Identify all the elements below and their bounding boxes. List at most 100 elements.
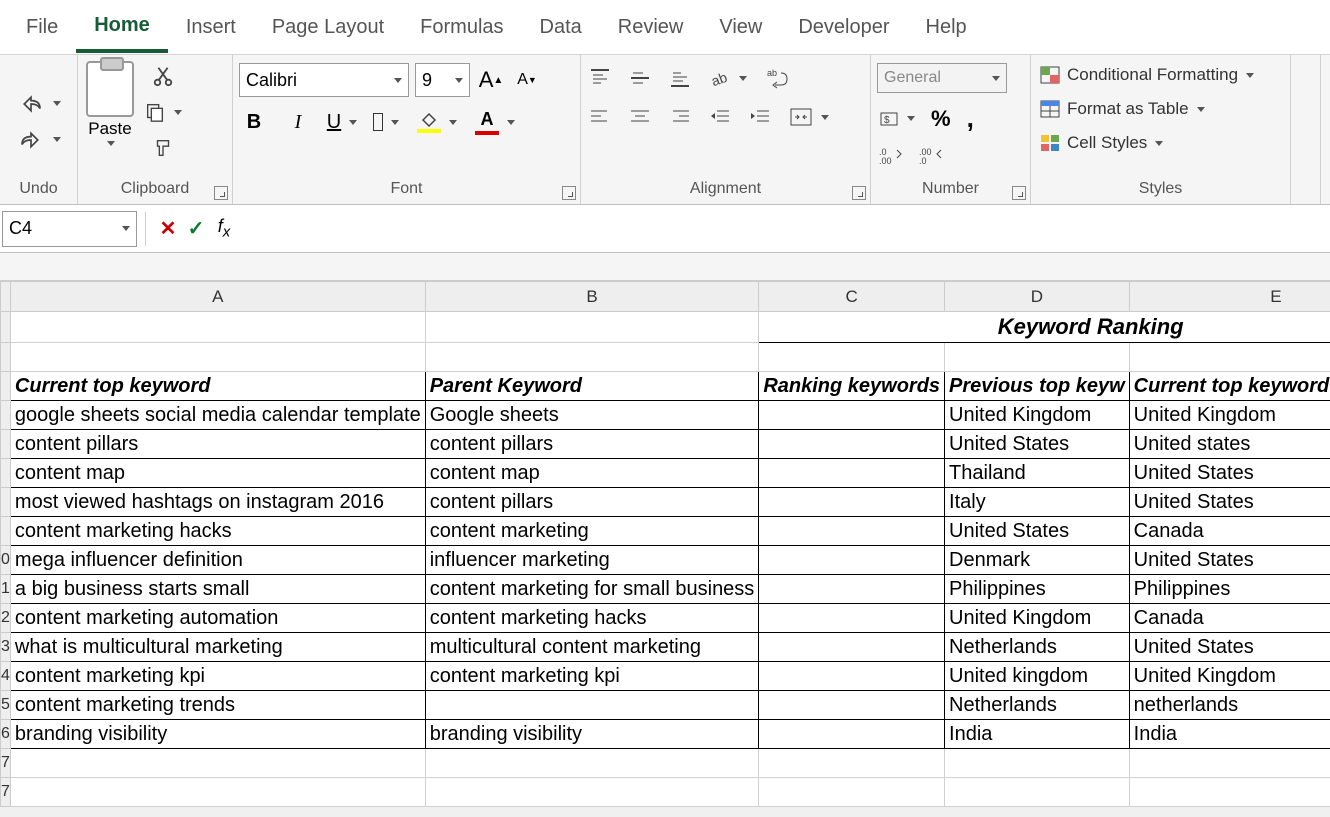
clipboard-dialog-launcher[interactable] bbox=[214, 186, 228, 200]
cell[interactable]: influencer marketing bbox=[425, 546, 759, 575]
cell[interactable]: Netherlands bbox=[945, 691, 1130, 720]
tab-review[interactable]: Review bbox=[600, 4, 702, 51]
row-header[interactable] bbox=[1, 459, 11, 488]
cell[interactable]: content pillars bbox=[425, 430, 759, 459]
spreadsheet-grid[interactable]: A B C D E F Keyword Ranking Current top … bbox=[0, 281, 1330, 807]
font-dialog-launcher[interactable] bbox=[562, 186, 576, 200]
title-cell[interactable]: Keyword Ranking bbox=[759, 312, 1330, 343]
fill-color-button[interactable] bbox=[415, 110, 459, 135]
row-header[interactable]: 7 bbox=[1, 778, 11, 807]
cell[interactable] bbox=[759, 749, 945, 778]
cell[interactable]: a big business starts small bbox=[10, 575, 425, 604]
align-right-button[interactable] bbox=[667, 106, 693, 128]
col-header-A[interactable]: A bbox=[10, 282, 425, 312]
paste-button[interactable]: Paste bbox=[84, 59, 136, 148]
tab-data[interactable]: Data bbox=[522, 4, 600, 51]
cell[interactable]: United Kingdom bbox=[945, 604, 1130, 633]
alignment-dialog-launcher[interactable] bbox=[852, 186, 866, 200]
cell[interactable]: India bbox=[1129, 720, 1330, 749]
row-header[interactable]: 1 bbox=[1, 575, 11, 604]
cell[interactable] bbox=[425, 312, 759, 343]
header-cell-C[interactable]: Ranking keywords bbox=[759, 372, 945, 401]
tab-developer[interactable]: Developer bbox=[780, 4, 907, 51]
cell[interactable]: content pillars bbox=[10, 430, 425, 459]
cell[interactable]: United States bbox=[945, 517, 1130, 546]
undo-button[interactable] bbox=[15, 93, 63, 115]
cell[interactable]: content marketing trends bbox=[10, 691, 425, 720]
cell[interactable] bbox=[759, 430, 945, 459]
align-middle-button[interactable] bbox=[627, 66, 653, 90]
cell[interactable] bbox=[945, 343, 1130, 372]
row-header[interactable]: 2 bbox=[1, 604, 11, 633]
cell[interactable] bbox=[759, 720, 945, 749]
cell[interactable]: content marketing bbox=[425, 517, 759, 546]
cell[interactable]: United States bbox=[1129, 488, 1330, 517]
cell[interactable] bbox=[10, 749, 425, 778]
row-header[interactable] bbox=[1, 312, 11, 343]
cell[interactable]: content marketing for small business bbox=[425, 575, 759, 604]
cell[interactable] bbox=[1129, 778, 1330, 807]
tab-file[interactable]: File bbox=[8, 4, 76, 51]
cell[interactable] bbox=[1129, 343, 1330, 372]
decrease-font-button[interactable]: A▼ bbox=[512, 65, 542, 95]
cell[interactable]: mega influencer definition bbox=[10, 546, 425, 575]
header-cell-E[interactable]: Current top keyword: Country bbox=[1129, 372, 1330, 401]
font-color-button[interactable]: A bbox=[473, 107, 517, 137]
tab-formulas[interactable]: Formulas bbox=[402, 4, 521, 51]
row-header[interactable] bbox=[1, 372, 11, 401]
cell[interactable] bbox=[759, 401, 945, 430]
tab-page-layout[interactable]: Page Layout bbox=[254, 4, 402, 51]
row-header[interactable]: 5 bbox=[1, 691, 11, 720]
row-header[interactable]: 7 bbox=[1, 749, 11, 778]
cell[interactable] bbox=[759, 662, 945, 691]
cell[interactable]: United States bbox=[945, 430, 1130, 459]
tab-help[interactable]: Help bbox=[908, 4, 985, 51]
increase-decimal-button[interactable]: .0.00 bbox=[877, 144, 905, 166]
cell[interactable]: Google sheets bbox=[425, 401, 759, 430]
number-format-select[interactable]: General bbox=[877, 63, 1007, 93]
percent-button[interactable]: % bbox=[929, 104, 953, 134]
cell[interactable]: branding visibility bbox=[425, 720, 759, 749]
cell[interactable] bbox=[759, 459, 945, 488]
cell[interactable] bbox=[759, 633, 945, 662]
align-bottom-button[interactable] bbox=[667, 66, 693, 90]
cell[interactable]: content marketing hacks bbox=[425, 604, 759, 633]
select-all-corner[interactable] bbox=[1, 282, 11, 312]
cell[interactable]: United States bbox=[1129, 546, 1330, 575]
cell[interactable]: content marketing hacks bbox=[10, 517, 425, 546]
cell[interactable] bbox=[759, 546, 945, 575]
cell[interactable]: United Kingdom bbox=[945, 401, 1130, 430]
cell[interactable] bbox=[10, 312, 425, 343]
decrease-indent-button[interactable] bbox=[707, 106, 733, 128]
formula-cancel-button[interactable]: ✕ bbox=[154, 215, 182, 243]
cell[interactable] bbox=[1129, 749, 1330, 778]
cell[interactable] bbox=[945, 749, 1130, 778]
increase-font-button[interactable]: A▲ bbox=[476, 65, 506, 95]
tab-home[interactable]: Home bbox=[76, 2, 168, 53]
cell[interactable]: Italy bbox=[945, 488, 1130, 517]
row-header[interactable]: 3 bbox=[1, 633, 11, 662]
font-name-select[interactable]: Calibri bbox=[239, 63, 409, 97]
copy-button[interactable] bbox=[142, 99, 184, 125]
cell[interactable]: content map bbox=[425, 459, 759, 488]
cell[interactable] bbox=[759, 604, 945, 633]
cell[interactable]: content marketing kpi bbox=[10, 662, 425, 691]
cell[interactable] bbox=[945, 778, 1130, 807]
cell[interactable]: what is multicultural marketing bbox=[10, 633, 425, 662]
cell[interactable] bbox=[10, 778, 425, 807]
italic-button[interactable]: I bbox=[283, 107, 313, 137]
cell[interactable]: United Kingdom bbox=[1129, 662, 1330, 691]
accounting-format-button[interactable]: $ bbox=[877, 108, 917, 130]
cell[interactable] bbox=[759, 575, 945, 604]
col-header-C[interactable]: C bbox=[759, 282, 945, 312]
cell[interactable]: content pillars bbox=[425, 488, 759, 517]
conditional-formatting-button[interactable]: Conditional Formatting bbox=[1037, 61, 1256, 89]
insert-function-button[interactable]: fx bbox=[210, 215, 238, 243]
comma-button[interactable]: , bbox=[965, 101, 976, 136]
formula-input[interactable] bbox=[238, 211, 1330, 247]
col-header-D[interactable]: D bbox=[945, 282, 1130, 312]
cell-styles-button[interactable]: Cell Styles bbox=[1037, 129, 1165, 157]
row-header[interactable]: 6 bbox=[1, 720, 11, 749]
cell[interactable] bbox=[759, 778, 945, 807]
align-center-button[interactable] bbox=[627, 106, 653, 128]
